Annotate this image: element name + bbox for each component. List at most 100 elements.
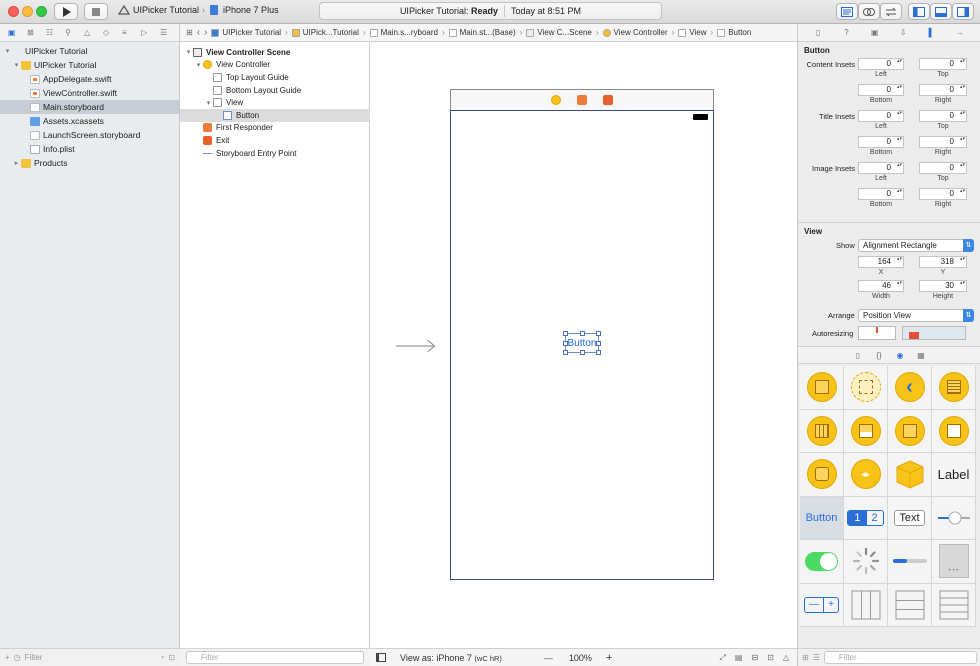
- list-view-icon[interactable]: ☰: [813, 653, 820, 662]
- add-icon[interactable]: +: [5, 653, 10, 662]
- related-items-icon[interactable]: ⊞: [186, 28, 193, 37]
- object-library-icon[interactable]: ◉: [896, 351, 905, 360]
- breadcrumb-item[interactable]: UIPick...Tutorial: [291, 28, 359, 37]
- exit-icon[interactable]: [603, 95, 613, 105]
- library-item[interactable]: [932, 583, 976, 627]
- library-item[interactable]: [888, 409, 932, 453]
- file-tree-item[interactable]: ViewController.swift: [0, 86, 179, 100]
- library-item[interactable]: [844, 409, 888, 453]
- image-insets-right-field[interactable]: 0: [919, 188, 967, 200]
- library-item[interactable]: [800, 409, 844, 453]
- resize-handle[interactable]: [596, 350, 601, 355]
- breadcrumb-item[interactable]: UIPicker Tutorial: [211, 28, 281, 37]
- view-controller-icon[interactable]: [551, 95, 561, 105]
- standard-editor-button[interactable]: [836, 3, 858, 20]
- image-insets-bottom-field[interactable]: 0: [858, 188, 904, 200]
- file-tree-item[interactable]: Assets.xcassets: [0, 114, 179, 128]
- content-insets-top-field[interactable]: 0: [919, 58, 967, 70]
- library-item[interactable]: • • •: [932, 540, 976, 584]
- library-item[interactable]: Text: [888, 496, 932, 540]
- report-icon[interactable]: ☰: [160, 28, 170, 37]
- y-field[interactable]: 318: [919, 256, 967, 268]
- debug-icon[interactable]: ≡: [122, 28, 132, 37]
- height-field[interactable]: 30: [919, 280, 967, 292]
- media-library-icon[interactable]: ▦: [917, 351, 926, 360]
- library-item[interactable]: Label: [932, 453, 976, 497]
- title-insets-right-field[interactable]: 0: [919, 136, 967, 148]
- file-tree-item[interactable]: AppDelegate.swift: [0, 72, 179, 86]
- outline-item[interactable]: ▾ View Controller Scene: [180, 46, 370, 59]
- outline-item[interactable]: Bottom Layout Guide: [180, 84, 370, 97]
- library-item[interactable]: ‹: [888, 366, 932, 410]
- view-controller-scene[interactable]: Button: [450, 110, 714, 580]
- toggle-debug-button[interactable]: [930, 3, 952, 20]
- library-filter-input[interactable]: Filter: [823, 651, 977, 664]
- title-insets-bottom-field[interactable]: 0: [858, 136, 904, 148]
- stop-button[interactable]: [84, 3, 108, 20]
- file-tree-item[interactable]: Info.plist: [0, 142, 179, 156]
- back-icon[interactable]: ‹: [197, 27, 200, 38]
- library-item[interactable]: — +: [800, 583, 844, 627]
- search-icon[interactable]: ⚲: [65, 28, 75, 37]
- library-item[interactable]: [800, 366, 844, 410]
- history-icon[interactable]: ◷: [14, 653, 21, 662]
- update-frames-icon[interactable]: ⤢: [719, 653, 725, 663]
- resize-handle[interactable]: [563, 341, 568, 346]
- scm-filter-icon[interactable]: ⊡: [168, 653, 175, 662]
- breadcrumb-item[interactable]: Main.st...(Base): [448, 28, 516, 37]
- breadcrumb-item[interactable]: Main.s...ryboard: [369, 28, 438, 37]
- version-editor-button[interactable]: [880, 3, 902, 20]
- file-tree-item[interactable]: Main.storyboard: [0, 100, 179, 114]
- disclosure-triangle-icon[interactable]: ▾: [204, 99, 213, 107]
- grid-view-icon[interactable]: ⊞: [802, 653, 809, 662]
- content-insets-bottom-field[interactable]: 0: [858, 84, 904, 96]
- breadcrumb-item[interactable]: View C...Scene: [526, 28, 592, 37]
- image-insets-top-field[interactable]: 0: [919, 162, 967, 174]
- assistant-editor-button[interactable]: [858, 3, 880, 20]
- file-tree-item[interactable]: ▾ UIPicker Tutorial: [0, 58, 179, 72]
- library-item[interactable]: [888, 540, 932, 584]
- library-item[interactable]: [888, 453, 932, 497]
- stack-icon[interactable]: ▤: [735, 653, 743, 663]
- source-control-icon[interactable]: ⊠: [27, 28, 37, 37]
- outline-item[interactable]: ▾ View: [180, 96, 370, 109]
- library-item[interactable]: [932, 409, 976, 453]
- file-tree-item[interactable]: ▸ Products: [0, 156, 179, 170]
- outline-item[interactable]: Storyboard Entry Point: [180, 147, 370, 160]
- x-field[interactable]: 164: [858, 256, 904, 268]
- outline-item[interactable]: Top Layout Guide: [180, 71, 370, 84]
- forward-icon[interactable]: ›: [204, 27, 207, 38]
- disclosure-triangle-icon[interactable]: ▾: [194, 61, 203, 69]
- width-field[interactable]: 46: [858, 280, 904, 292]
- breadcrumb-item[interactable]: View Controller: [602, 28, 668, 37]
- library-item[interactable]: Button: [800, 496, 844, 540]
- test-icon[interactable]: ◇: [103, 28, 113, 37]
- resize-handle[interactable]: [580, 350, 585, 355]
- content-insets-left-field[interactable]: 0: [858, 58, 904, 70]
- code-snippet-icon[interactable]: {}: [875, 351, 884, 360]
- image-insets-left-field[interactable]: 0: [858, 162, 904, 174]
- library-item[interactable]: [844, 540, 888, 584]
- file-tree-item[interactable]: LaunchScreen.storyboard: [0, 128, 179, 142]
- outline-item[interactable]: First Responder: [180, 122, 370, 135]
- outline-item[interactable]: ▾ View Controller: [180, 59, 370, 72]
- library-item[interactable]: [800, 540, 844, 584]
- content-insets-right-field[interactable]: 0: [919, 84, 967, 96]
- storyboard-entry-arrow[interactable]: [382, 339, 450, 353]
- align-icon[interactable]: ⊟: [751, 653, 758, 663]
- run-button[interactable]: [54, 3, 78, 20]
- breadcrumb-item[interactable]: Button: [717, 28, 751, 37]
- disclosure-triangle-icon[interactable]: ▸: [12, 159, 21, 167]
- resize-handle[interactable]: [563, 350, 568, 355]
- autoresizing-mask-control[interactable]: [858, 326, 896, 340]
- library-item[interactable]: [800, 453, 844, 497]
- minimize-window-button[interactable]: [22, 6, 33, 17]
- library-item[interactable]: [932, 366, 976, 410]
- view-as-button[interactable]: View as: iPhone 7 (wC hR): [400, 653, 502, 663]
- toggle-utilities-button[interactable]: [952, 3, 974, 20]
- library-item[interactable]: [888, 583, 932, 627]
- navigator-filter-input[interactable]: Filter: [25, 653, 156, 662]
- disclosure-triangle-icon[interactable]: ▾: [12, 61, 21, 69]
- resolve-icon[interactable]: △: [783, 653, 789, 663]
- symbol-icon[interactable]: ☷: [46, 28, 56, 37]
